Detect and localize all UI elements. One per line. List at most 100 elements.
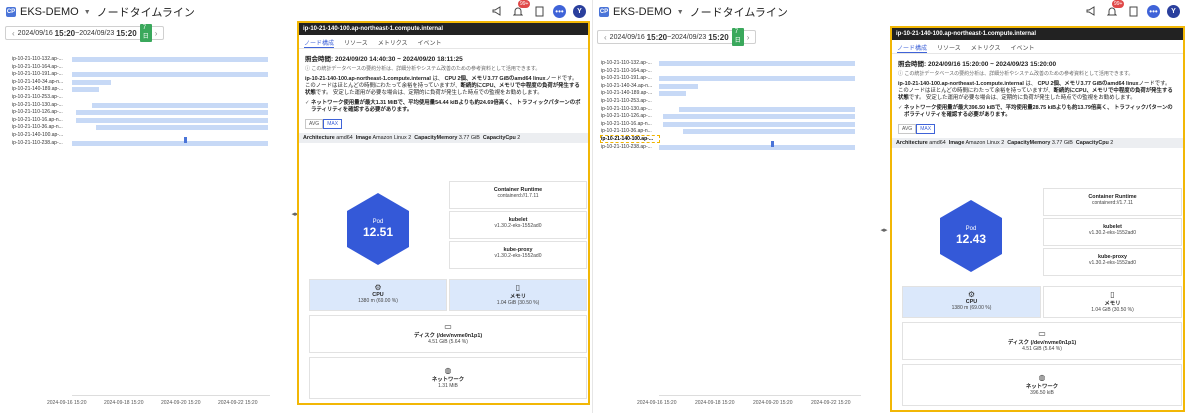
tab-events[interactable]: イベント: [418, 38, 442, 48]
node-row-label[interactable]: ip-10-21-140-189.ap-...: [12, 86, 70, 92]
node-row-label[interactable]: ip-10-21-140-100.ap-...: [12, 132, 70, 138]
summary-text: です。 安定した運用が必要な場合は、定期的に負荷が発生した時点での監視をお勧めし…: [908, 95, 1136, 101]
node-row-label[interactable]: ip-10-21-110-130.ap-...: [601, 106, 659, 112]
node-row-label[interactable]: ip-10-21-140-189.ap-...: [601, 90, 659, 96]
prev-range-icon[interactable]: ‹: [601, 33, 610, 42]
node-row-label[interactable]: ip-10-21-110-130.ap-...: [12, 102, 70, 108]
next-range-icon[interactable]: ›: [744, 33, 753, 42]
component-grid: Pod 12.51 Container Runtime containerd:/…: [309, 181, 587, 403]
node-row-label[interactable]: ip-10-21-110-126.ap-...: [12, 109, 70, 115]
panel-splitter-handle[interactable]: ◂▸: [879, 226, 889, 234]
node-row-label[interactable]: ip-10-21-110-253.ap-...: [601, 98, 659, 104]
cluster-name[interactable]: EKS-DEMO: [20, 6, 79, 18]
node-lifetime-bar[interactable]: [659, 61, 855, 66]
cluster-name[interactable]: EKS-DEMO: [613, 6, 672, 18]
cpu-cell[interactable]: ⚙ CPU 1380 m (69.00 %): [309, 279, 447, 311]
node-lifetime-bar[interactable]: [75, 117, 268, 123]
node-row-label[interactable]: ip-10-21-110-126.ap-...: [601, 113, 659, 119]
node-lifetime-bar[interactable]: [659, 76, 855, 82]
node-row-label[interactable]: ip-10-21-140-34.ap-n...: [601, 83, 659, 89]
avatar[interactable]: Y: [573, 4, 586, 18]
node-row-label[interactable]: ip-10-21-110-36.ap-n...: [12, 124, 70, 130]
timeline-marker[interactable]: [183, 136, 187, 143]
bell-icon[interactable]: 99+: [511, 0, 531, 18]
disk-cell[interactable]: ▭ ディスク (/dev/nvme0n1p1) 4.51 GiB (5.64 %…: [902, 322, 1182, 360]
bell-icon[interactable]: 99+: [1105, 0, 1125, 18]
timeline-tick-label: 2024-09-18 15:20: [695, 400, 735, 406]
node-summary: ip-10-21-140-100.ap-northeast-1.compute.…: [305, 76, 582, 97]
node-lifetime-bar[interactable]: [678, 106, 855, 112]
node-row-label[interactable]: ip-10-21-110-132.ap-...: [601, 60, 659, 66]
node-lifetime-bar[interactable]: [72, 57, 268, 62]
avg-button[interactable]: AVG: [305, 119, 324, 129]
node-row-label[interactable]: ip-10-21-110-164.ap-...: [601, 68, 659, 74]
node-lifetime-bar[interactable]: [91, 102, 268, 108]
node-row-label[interactable]: ip-10-21-110-164.ap-...: [12, 64, 70, 70]
cpu-cell[interactable]: ⚙ CPU 1380 m (69.00 %): [902, 286, 1041, 318]
tab-resources[interactable]: リソース: [937, 43, 961, 53]
tab-resources[interactable]: リソース: [344, 38, 368, 48]
node-row-label[interactable]: ip-10-21-110-16.ap-n...: [601, 121, 659, 127]
node-row-label[interactable]: ip-10-21-110-253.ap-...: [12, 94, 70, 100]
node-row-label[interactable]: ip-10-21-110-36.ap-n...: [601, 128, 659, 134]
node-row-label[interactable]: ip-10-21-110-238.ap-...: [601, 144, 659, 150]
network-cell[interactable]: ◍ ネットワーク 396.50 kiB: [902, 364, 1182, 406]
node-lifetime-bar[interactable]: [662, 121, 855, 127]
disk-cell[interactable]: ▭ ディスク (/dev/nvme0n1p1) 4.51 GiB (5.64 %…: [309, 315, 587, 353]
next-range-icon[interactable]: ›: [152, 29, 161, 38]
node-row-label[interactable]: ip-10-21-110-191.ap-...: [12, 71, 70, 77]
node-lifetime-bar[interactable]: [682, 129, 855, 135]
document-icon[interactable]: [532, 4, 546, 18]
node-lifetime-bar[interactable]: [72, 79, 112, 85]
node-row-label[interactable]: ip-10-21-110-238.ap-...: [12, 140, 70, 146]
avg-button[interactable]: AVG: [898, 124, 917, 134]
tab-node-config[interactable]: ノード構成: [897, 43, 928, 53]
megaphone-icon[interactable]: [1084, 4, 1098, 18]
memory-cell[interactable]: ▯ メモリ 1.04 GiB (30.50 %): [449, 279, 587, 311]
node-lifetime-bar[interactable]: [72, 140, 268, 146]
node-lifetime-bar[interactable]: [662, 114, 855, 120]
node-lifetime-bar[interactable]: [95, 125, 268, 131]
pod-count: 12.51: [362, 225, 394, 239]
document-icon[interactable]: [1126, 4, 1140, 18]
pod-hexagon[interactable]: Pod 12.51: [347, 193, 409, 265]
node-row-label[interactable]: ip-10-21-110-132.ap-...: [12, 56, 70, 62]
date-range-picker[interactable]: ‹ 2024/09/16 15:20 ~ 2024/09/23 15:20 7日…: [597, 28, 756, 46]
node-lifetime-bar[interactable]: [75, 110, 268, 116]
node-row-label[interactable]: ip-10-21-110-16.ap-n...: [12, 117, 70, 123]
chevron-down-icon[interactable]: ▼: [84, 9, 91, 16]
max-button[interactable]: MAX: [323, 119, 343, 129]
timeline-marker[interactable]: [770, 140, 774, 147]
max-button[interactable]: MAX: [916, 124, 936, 134]
node-row-label[interactable]: ip-10-21-110-191.ap-...: [601, 75, 659, 81]
avatar[interactable]: Y: [1167, 4, 1180, 18]
node-lifetime-bar[interactable]: [72, 72, 268, 78]
prev-range-icon[interactable]: ‹: [9, 29, 18, 38]
screen-right: CP EKS-DEMO ▼ ノードタイムライン 99+ ••• Y ‹ 2024…: [592, 0, 1186, 413]
summary-text: は、: [430, 76, 445, 82]
node-lifetime-bar[interactable]: [659, 144, 855, 150]
more-menu-icon[interactable]: •••: [553, 4, 566, 18]
megaphone-icon[interactable]: [490, 4, 504, 18]
node-lifetime-bar[interactable]: [659, 83, 699, 89]
tab-metrics[interactable]: メトリクス: [971, 43, 1001, 53]
tab-node-config[interactable]: ノード構成: [304, 38, 335, 48]
node-spec-bar: Architecture amd64 Image Amazon Linux 2 …: [892, 138, 1183, 148]
spec-key: Architecture: [303, 135, 335, 141]
node-lifetime-bar[interactable]: [72, 87, 100, 93]
network-label: ネットワーク: [431, 377, 465, 383]
memory-cell[interactable]: ▯ メモリ 1.04 GiB (30.50 %): [1043, 286, 1182, 318]
pod-hexagon[interactable]: Pod 12.43: [940, 200, 1002, 272]
node-lifetime-bar[interactable]: [659, 91, 687, 97]
node-row-label[interactable]: ip-10-21-140-34.ap-n...: [12, 79, 70, 85]
memory-label: メモリ: [1104, 301, 1121, 307]
app-logo-icon: CP: [599, 7, 609, 17]
range-start-time: 15:20: [646, 32, 668, 42]
tab-events[interactable]: イベント: [1011, 43, 1035, 53]
network-cell[interactable]: ◍ ネットワーク 1.31 MiB: [309, 357, 587, 399]
more-menu-icon[interactable]: •••: [1147, 4, 1160, 18]
node-row-label[interactable]: ip-10-21-140-100.ap-...: [600, 135, 660, 143]
chevron-down-icon[interactable]: ▼: [677, 9, 684, 16]
tab-metrics[interactable]: メトリクス: [378, 38, 408, 48]
date-range-picker[interactable]: ‹ 2024/09/16 15:20 ~ 2024/09/23 15:20 7日…: [5, 24, 164, 42]
